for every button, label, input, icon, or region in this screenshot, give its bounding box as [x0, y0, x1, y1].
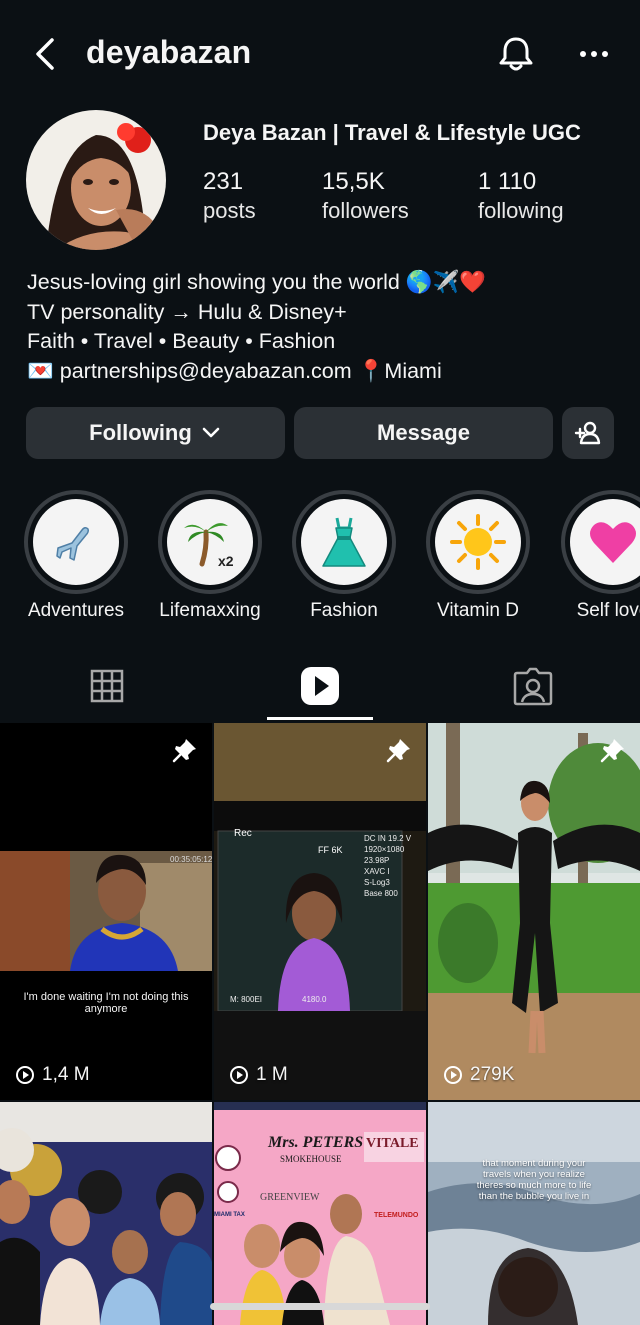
event-sign: TELEMUNDO [374, 1212, 419, 1219]
add-person-icon [574, 421, 601, 445]
highlight-ring [426, 490, 530, 594]
palm-tree-icon: x2 [167, 499, 253, 585]
highlight-self-love[interactable]: Self love [561, 490, 640, 621]
view-count: 279K [442, 1064, 514, 1086]
chevron-down-icon [202, 427, 220, 438]
camera-spec-list: DC IN 19.2 V 1920×1080 23.98P XAVC I S-L… [364, 833, 411, 899]
followers-count: 15,5K [322, 168, 385, 195]
tagged-tab-icon[interactable] [511, 664, 555, 708]
grid-tab-icon[interactable] [85, 664, 129, 708]
highlight-label: Fashion [310, 600, 378, 621]
highlight-adventures[interactable]: Adventures [24, 490, 128, 621]
camera-rec-label: Rec [234, 828, 252, 839]
event-sign: Mrs. PETERS [268, 1134, 364, 1151]
reels-tab-icon[interactable] [298, 664, 342, 708]
event-sign: SMOKEHOUSE [280, 1154, 342, 1164]
highlight-label: Vitamin D [436, 600, 520, 621]
reel-caption: I'm done waiting I'm not doing this anym… [23, 991, 189, 1015]
view-count-value: 1 M [256, 1064, 288, 1085]
followers-label: followers [322, 198, 409, 223]
following-stat[interactable]: 1 110 following [478, 168, 564, 224]
highlight-vitamin-d[interactable]: Vitamin D [426, 490, 530, 621]
following-label: following [478, 198, 564, 223]
posts-label: posts [203, 198, 256, 223]
following-button[interactable]: Following [26, 407, 285, 459]
more-options-icon[interactable] [578, 38, 610, 70]
camera-spec: 23.98P [364, 856, 390, 865]
back-icon[interactable] [30, 34, 64, 74]
highlight-label: Lifemaxxing [159, 600, 261, 621]
top-bar: deyabazan [0, 0, 640, 108]
reel-thumbnail[interactable] [0, 1102, 212, 1325]
bio-line: TV personality → Hulu & Disney+ [27, 299, 347, 324]
following-button-label: Following [89, 420, 192, 445]
notification-bell-icon[interactable] [496, 34, 536, 74]
highlight-ring: x2 [158, 490, 262, 594]
camera-spec: S-Log3 [364, 878, 390, 887]
view-count: 1,4 M [14, 1064, 90, 1086]
camera-bottom-left: M: 800EI [230, 995, 263, 1004]
pin-icon [172, 739, 196, 763]
view-count: 1 M [228, 1064, 288, 1086]
profile-avatar[interactable] [26, 110, 166, 250]
reel-thumbnail[interactable]: 279K [428, 723, 640, 1100]
pin-icon [386, 739, 410, 763]
profile-display-name: Deya Bazan | Travel & Lifestyle UGC [203, 120, 581, 145]
profile-username: deyabazan [86, 34, 252, 70]
home-indicator [210, 1303, 430, 1310]
posts-stat[interactable]: 231 posts [203, 168, 256, 224]
airplane-icon [33, 499, 119, 585]
posts-count: 231 [203, 168, 244, 195]
camera-spec: Base 800 [364, 889, 398, 898]
camera-spec: DC IN 19.2 V [364, 834, 412, 843]
camera-bottom-right: 4180.0 [302, 995, 327, 1004]
play-views-icon [444, 1066, 462, 1084]
reel-thumbnail[interactable]: Mrs. PETERS SMOKEHOUSE VITALE GREENVIEW … [214, 1102, 426, 1325]
followers-stat[interactable]: 15,5K followers [322, 168, 409, 224]
highlight-fashion[interactable]: Fashion [292, 490, 396, 621]
dress-icon [301, 499, 387, 585]
bio-email-line[interactable]: 💌 partnerships@deyabazan.com 📍Miami [27, 357, 486, 387]
heart-icon [570, 499, 640, 585]
highlight-lifemaxxing[interactable]: x2 Lifemaxxing [158, 490, 262, 621]
bio-line: Jesus-loving girl showing you the world … [27, 270, 487, 294]
camera-spec: XAVC I [364, 867, 390, 876]
reel-thumbnail[interactable]: Rec FF 6K DC IN 19.2 V 1920×1080 23.98P … [214, 723, 426, 1100]
reel-thumbnail[interactable]: 00:35:05:12 I'm done waiting I'm not doi… [0, 723, 212, 1100]
camera-spec: 1920×1080 [364, 845, 405, 854]
play-views-icon [16, 1066, 34, 1084]
suggested-users-button[interactable] [562, 407, 614, 459]
bio-line: Faith • Travel • Beauty • Fashion [27, 329, 336, 353]
reel-caption: that moment during your travels when you… [476, 1158, 592, 1202]
sun-icon [435, 499, 521, 585]
highlight-ring [561, 490, 640, 594]
highlight-ring [24, 490, 128, 594]
svg-text:00:35:05:12: 00:35:05:12 [170, 855, 212, 864]
profile-bio: Jesus-loving girl showing you the world … [27, 268, 486, 386]
highlight-label: Adventures [27, 600, 125, 621]
view-count-value: 279K [470, 1064, 515, 1085]
camera-ff-label: FF 6K [318, 845, 343, 855]
reel-thumbnail[interactable]: that moment during your travels when you… [428, 1102, 640, 1325]
pin-icon [600, 739, 624, 763]
following-count: 1 110 [478, 168, 537, 195]
event-sign: VITALE [366, 1136, 419, 1151]
highlight-ring [292, 490, 396, 594]
highlight-label: Self love [576, 600, 640, 621]
message-button[interactable]: Message [294, 407, 553, 459]
event-sign: GREENVIEW [260, 1192, 320, 1203]
highlight-suffix: x2 [218, 553, 234, 569]
view-count-value: 1,4 M [42, 1064, 90, 1085]
play-views-icon [230, 1066, 248, 1084]
active-tab-indicator [267, 717, 373, 720]
event-sign: MIAMI TAX [214, 1212, 245, 1218]
message-button-label: Message [377, 420, 470, 445]
